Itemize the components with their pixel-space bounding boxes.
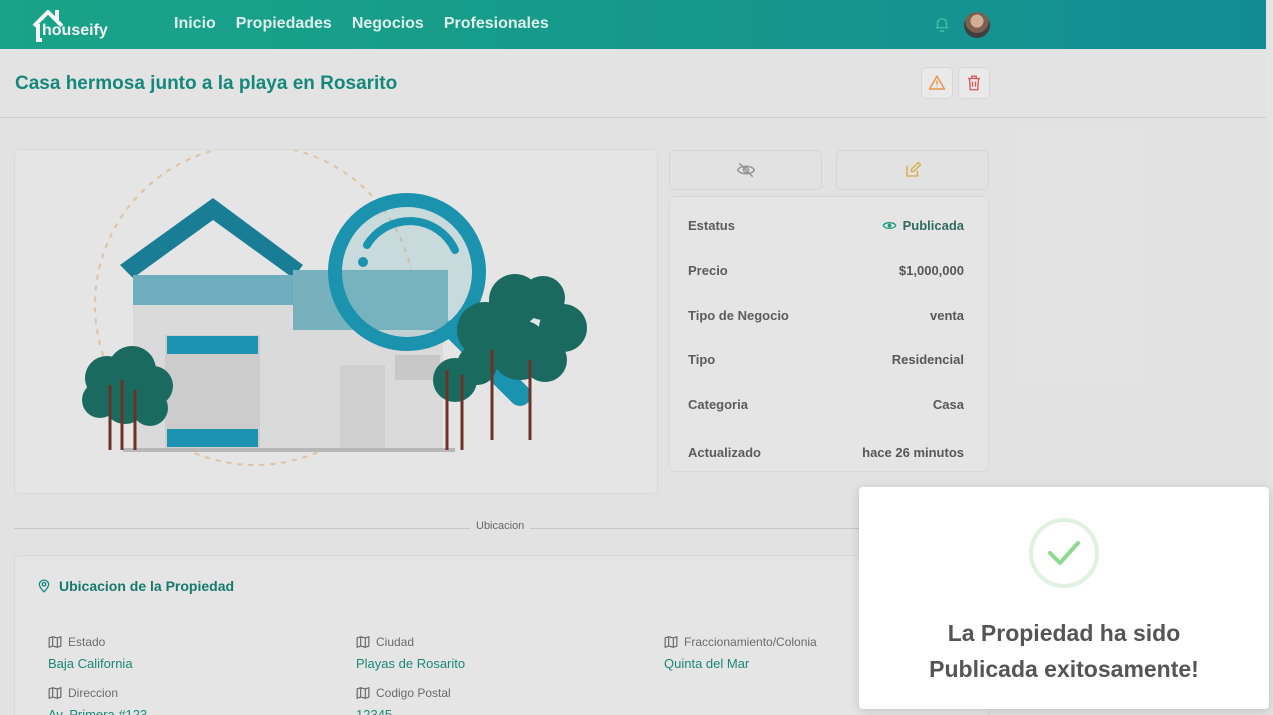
toast-line-2: Publicada exitosamente!	[929, 656, 1199, 682]
toast-message: La Propiedad ha sido Publicada exitosame…	[859, 615, 1269, 687]
success-toast[interactable]: La Propiedad ha sido Publicada exitosame…	[859, 487, 1269, 709]
toast-line-1: La Propiedad ha sido	[947, 620, 1181, 646]
checkmark-icon	[1048, 541, 1080, 565]
success-check-icon	[1029, 518, 1099, 588]
